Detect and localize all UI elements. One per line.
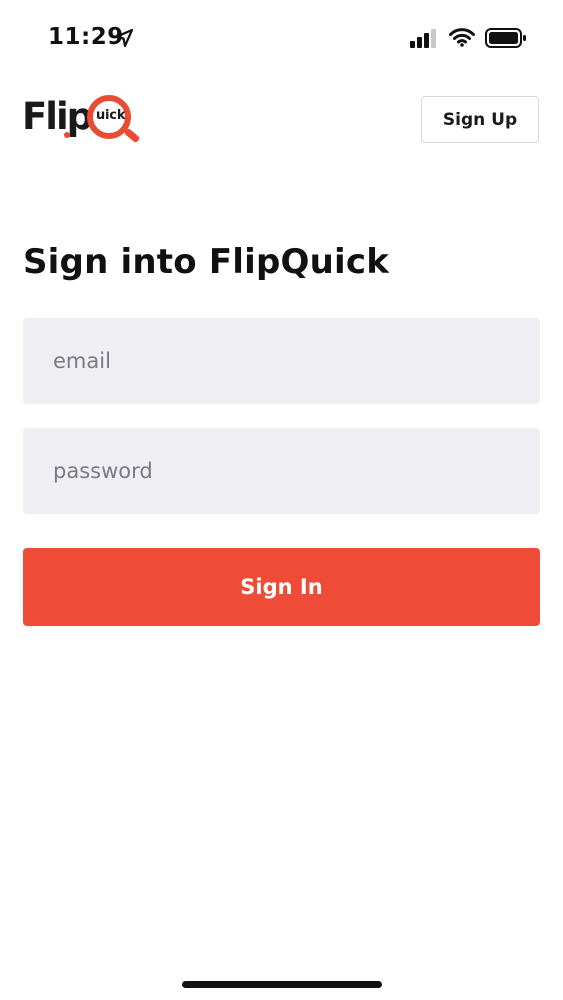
battery-icon	[485, 28, 526, 48]
logo-text-flip: Flip	[22, 95, 93, 138]
logo-dot	[64, 132, 70, 138]
cellular-signal-icon	[410, 29, 436, 48]
logo-q-tail	[123, 127, 141, 144]
location-arrow-icon	[114, 28, 134, 48]
flipquick-logo: Flip uick	[22, 90, 146, 152]
sign-in-button[interactable]: Sign In	[23, 548, 540, 626]
email-field[interactable]	[23, 318, 540, 404]
sign-up-button[interactable]: Sign Up	[421, 96, 539, 143]
status-time: 11:29	[48, 24, 124, 50]
home-indicator	[182, 981, 382, 988]
password-field[interactable]	[23, 428, 540, 514]
logo-text-uick: uick	[96, 108, 126, 123]
page-title: Sign into FlipQuick	[23, 242, 390, 282]
status-bar: 11:29	[0, 0, 563, 76]
wifi-icon	[449, 28, 475, 47]
